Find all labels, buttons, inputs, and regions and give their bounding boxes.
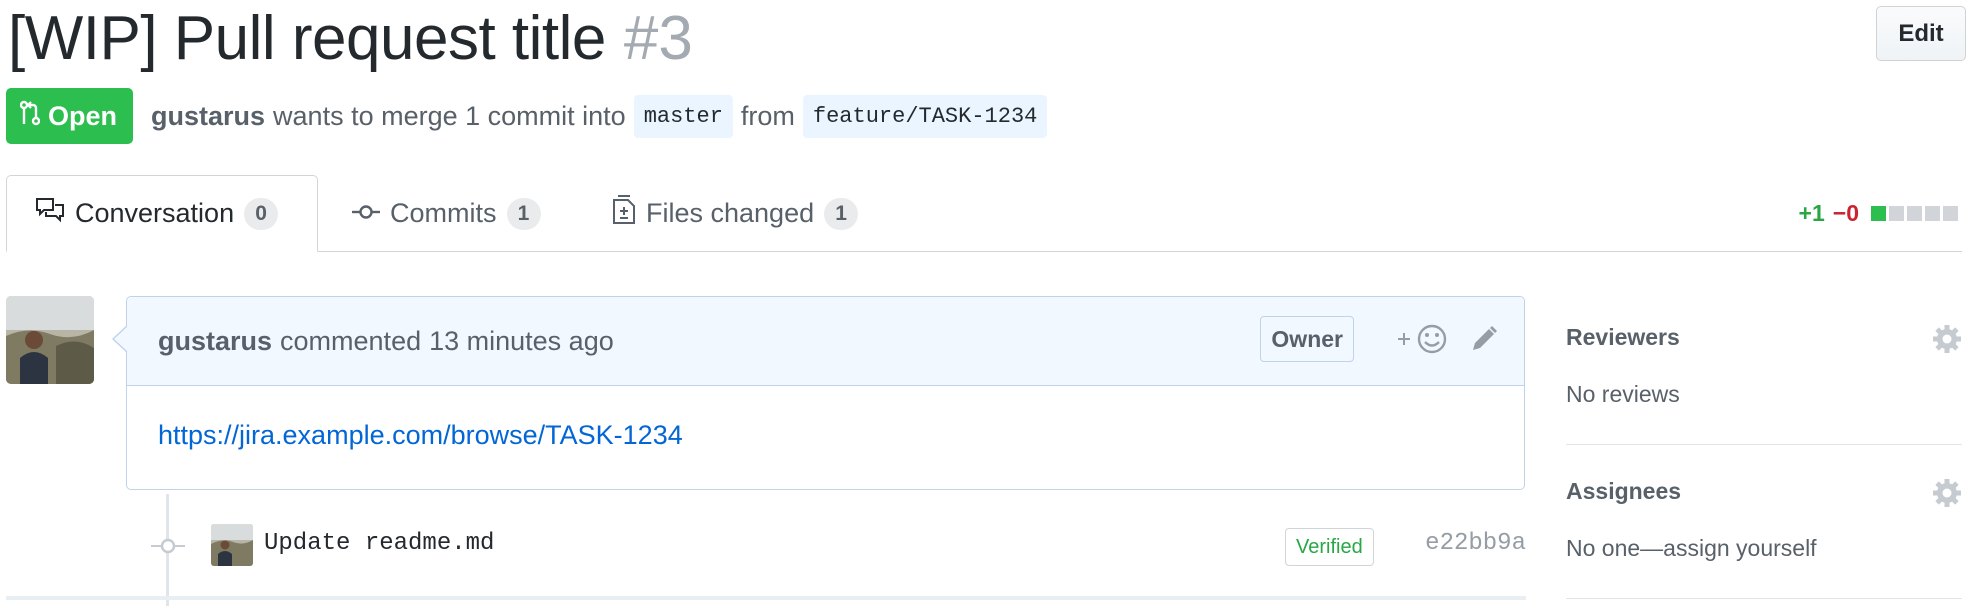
diffstat-block <box>1925 205 1940 221</box>
tab-files-changed[interactable]: Files changed 1 <box>612 175 859 252</box>
comment-header: gustarus commented 13 minutes ago Owner <box>127 297 1524 386</box>
edit-title-button[interactable]: Edit <box>1876 6 1966 61</box>
gear-icon[interactable] <box>1932 324 1962 354</box>
timeline-divider <box>6 596 1526 600</box>
sidebar-assignees: Assignees No one—assign yourself <box>1566 478 1962 562</box>
owner-badge: Owner <box>1260 316 1354 362</box>
tab-conversation-counter: 0 <box>244 197 279 230</box>
comment-body: https://jira.example.com/browse/TASK-123… <box>127 386 1524 485</box>
pr-meta-row: Open gustarus wants to merge 1 commit in… <box>6 88 1055 144</box>
reviewers-value: No reviews <box>1566 381 1680 407</box>
tab-files-changed-label: Files changed <box>646 198 815 228</box>
pencil-icon <box>1469 324 1499 359</box>
avatar[interactable] <box>6 296 94 384</box>
edit-comment-button[interactable] <box>1466 321 1502 361</box>
comment-author-link[interactable]: gustarus <box>158 326 272 357</box>
commit-sha-link[interactable]: e22bb9a <box>1425 530 1526 557</box>
tab-commits[interactable]: Commits 1 <box>352 175 541 252</box>
tab-conversation[interactable]: Conversation 0 <box>6 175 318 252</box>
diffstat-block <box>1889 205 1904 221</box>
merge-description: gustarus wants to merge 1 commit into ma… <box>151 94 1055 138</box>
comment-box: gustarus commented 13 minutes ago Owner <box>112 296 1525 490</box>
sidebar-divider <box>1566 598 1962 599</box>
diffstat-block <box>1871 205 1886 221</box>
reviewers-heading: Reviewers <box>1566 324 1680 350</box>
tab-commits-label: Commits <box>390 198 497 228</box>
comment-timestamp[interactable]: 13 minutes ago <box>429 326 614 357</box>
gear-icon[interactable] <box>1932 478 1962 508</box>
diffstat-deletions: −0 <box>1832 199 1859 226</box>
git-commit-icon <box>352 198 380 229</box>
sidebar-reviewers: Reviewers No reviews <box>1566 324 1962 408</box>
tab-commits-counter: 1 <box>506 197 541 230</box>
diffstat-additions: +1 <box>1798 199 1825 226</box>
comment-jira-link[interactable]: https://jira.example.com/browse/TASK-123… <box>158 420 683 450</box>
pull-request-page: [WIP] Pull request title #3 Edit Open gu… <box>0 0 1972 606</box>
git-pull-request-icon <box>19 100 41 133</box>
verified-badge[interactable]: Verified <box>1285 528 1374 566</box>
diffstat-blocks <box>1871 205 1958 221</box>
pr-author-link[interactable]: gustarus <box>151 101 265 132</box>
state-label: Open <box>48 100 118 131</box>
diffstat[interactable]: +1 −0 <box>1799 198 1958 228</box>
tab-files-changed-counter: 1 <box>824 197 859 230</box>
diffstat-block <box>1943 205 1958 221</box>
file-diff-icon <box>612 195 636 232</box>
merge-text: wants to merge 1 commit into <box>273 100 626 131</box>
head-branch[interactable]: feature/TASK-1234 <box>802 94 1048 138</box>
from-text: from <box>740 100 795 131</box>
assignees-value[interactable]: No one—assign yourself <box>1566 535 1962 562</box>
git-commit-icon <box>151 535 185 557</box>
commit-message-link[interactable]: Update readme.md <box>264 530 494 557</box>
comment-discussion-icon <box>35 197 65 230</box>
tab-conversation-label: Conversation <box>75 198 235 228</box>
smiley-icon <box>1396 323 1452 360</box>
add-reaction-button[interactable] <box>1396 321 1456 361</box>
assignees-heading: Assignees <box>1566 478 1682 504</box>
pr-title: [WIP] Pull request title <box>8 3 606 73</box>
commit-author-avatar[interactable] <box>211 524 253 566</box>
pr-number: #3 <box>623 3 693 73</box>
diffstat-block <box>1907 205 1922 221</box>
base-branch[interactable]: master <box>633 94 733 138</box>
comment-action: commented <box>280 325 422 356</box>
sidebar-divider <box>1566 444 1962 445</box>
state-badge: Open <box>6 88 134 144</box>
pr-title-row: [WIP] Pull request title #3 <box>8 0 693 76</box>
